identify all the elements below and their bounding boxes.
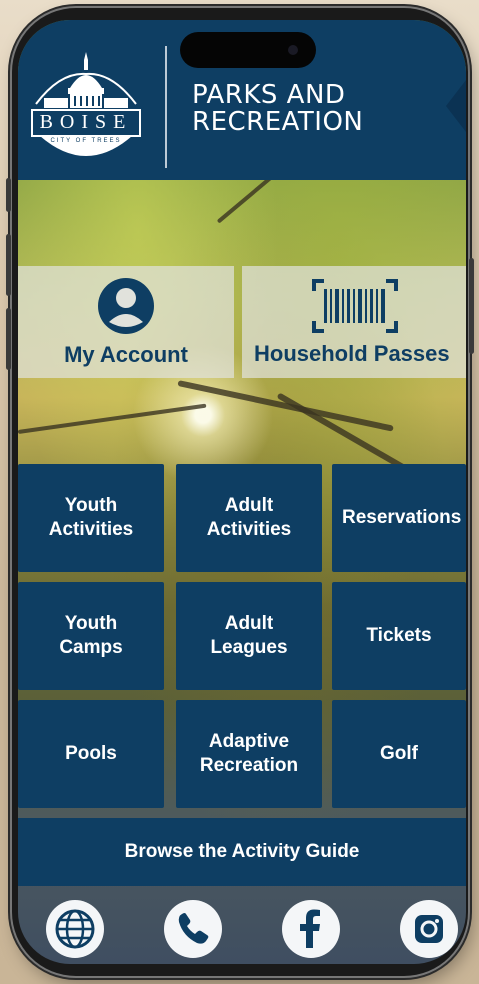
my-account-label: My Account [64,342,188,367]
instagram-button[interactable] [400,900,458,958]
app-screen: BOISE CITY OF TREES PARKS AND RECREATION… [18,20,466,964]
pools-tile[interactable]: Pools [18,700,164,808]
facebook-icon [300,909,320,948]
logo-subtext: CITY OF TREES [50,138,122,144]
youth-camps-tile[interactable]: Youth Camps [18,582,164,690]
title-line-1: PARKS AND [192,80,346,110]
adult-leagues-tile[interactable]: Adult Leagues [176,582,322,690]
facebook-button[interactable] [282,900,340,958]
phone-button[interactable] [164,900,222,958]
app-title: PARKS AND RECREATION [192,82,363,136]
phone-icon [178,913,209,944]
adaptive-recreation-tile[interactable]: Adaptive Recreation [176,700,322,808]
mute-switch [6,178,11,212]
my-account-button[interactable]: My Account [18,266,234,378]
background-branch [177,380,394,432]
background-branch [18,403,207,434]
youth-activities-tile[interactable]: Youth Activities [18,464,164,572]
user-circle-icon [98,278,154,334]
browse-activity-guide-button[interactable]: Browse the Activity Guide [18,818,466,886]
website-button[interactable] [46,900,104,958]
adult-activities-tile[interactable]: Adult Activities [176,464,322,572]
logo-text: BOISE [39,111,133,133]
reservations-tile[interactable]: Reservations [332,464,466,572]
instagram-icon [415,915,443,943]
volume-down-button [6,308,11,370]
header-divider [165,46,167,168]
boise-logo: BOISE CITY OF TREES [30,48,142,172]
household-passes-label: Household Passes [254,341,450,366]
dynamic-island [180,32,316,68]
title-line-2: RECREATION [192,107,364,137]
barcode-scan-icon [312,279,398,333]
golf-tile[interactable]: Golf [332,700,466,808]
camera-icon [288,45,298,55]
household-passes-button[interactable]: Household Passes [242,266,466,378]
capitol-dome-icon [31,52,141,156]
tickets-tile[interactable]: Tickets [332,582,466,690]
power-button [469,258,474,354]
globe-icon [55,909,95,949]
header-arrow-decoration [446,54,466,158]
volume-up-button [6,234,11,296]
